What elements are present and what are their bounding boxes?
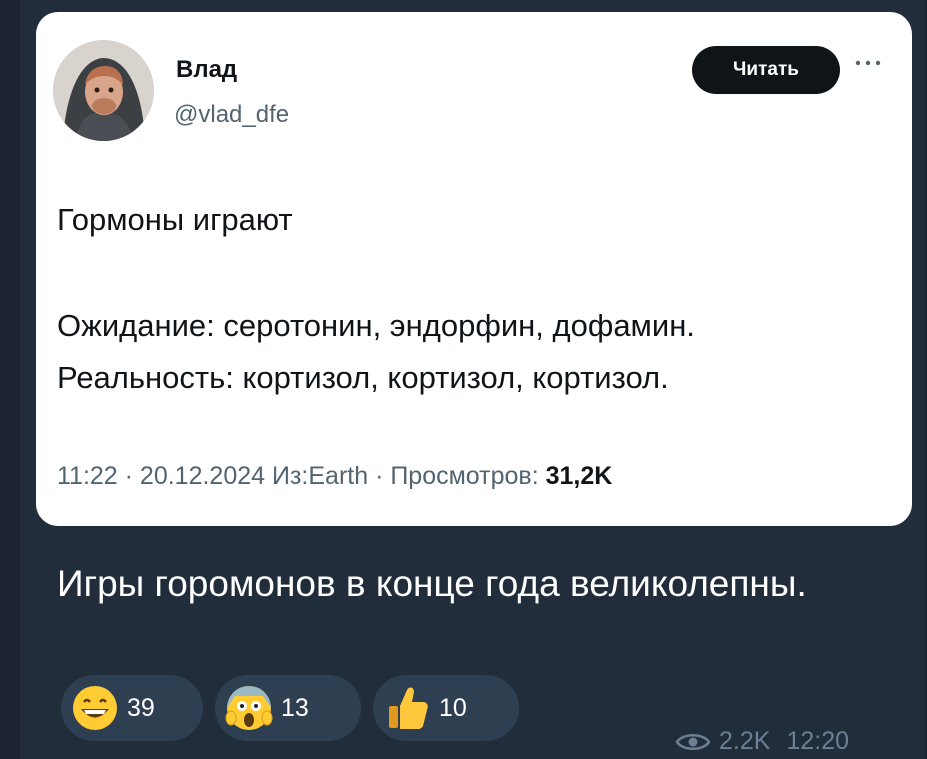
message-footer: 2.2K 12:20 (675, 727, 849, 756)
screaming-face-icon (225, 686, 273, 730)
reaction-thumbs-up[interactable]: 10 (373, 675, 519, 741)
author-handle[interactable]: @vlad_dfe (174, 101, 289, 129)
reaction-count: 10 (439, 693, 467, 722)
follow-button[interactable]: Читать (692, 46, 840, 94)
tweet-views: 31,2K (545, 462, 613, 490)
tweet-text-line: Реальность: кортизол, кортизол, кортизол… (57, 360, 669, 395)
tweet-text-line: Гормоны играют (57, 202, 293, 237)
reaction-count: 13 (281, 693, 309, 722)
message-caption: Игры горомонов в конце года великолепны. (57, 563, 807, 604)
tweet-meta: 11:22 · 20.12.2024 Из:Earth · Просмотров… (57, 462, 612, 491)
more-icon[interactable] (855, 58, 881, 68)
view-count: 2.2K (719, 727, 771, 755)
tweet-meta-info: 11:22 · 20.12.2024 Из:Earth · Просмотров… (57, 462, 546, 490)
tweet-text-line: Ожидание: серотонин, эндорфин, дофамин. (57, 308, 695, 343)
message-time: 12:20 (786, 727, 849, 755)
grinning-face-icon (73, 686, 117, 730)
thumbs-up-icon (389, 687, 428, 729)
avatar[interactable] (53, 40, 154, 141)
author-name[interactable]: Влад (176, 56, 237, 84)
reaction-grinning[interactable]: 39 (61, 675, 203, 741)
eye-icon (675, 733, 711, 750)
reaction-count: 39 (127, 693, 155, 722)
reaction-screaming[interactable]: 13 (215, 675, 361, 741)
